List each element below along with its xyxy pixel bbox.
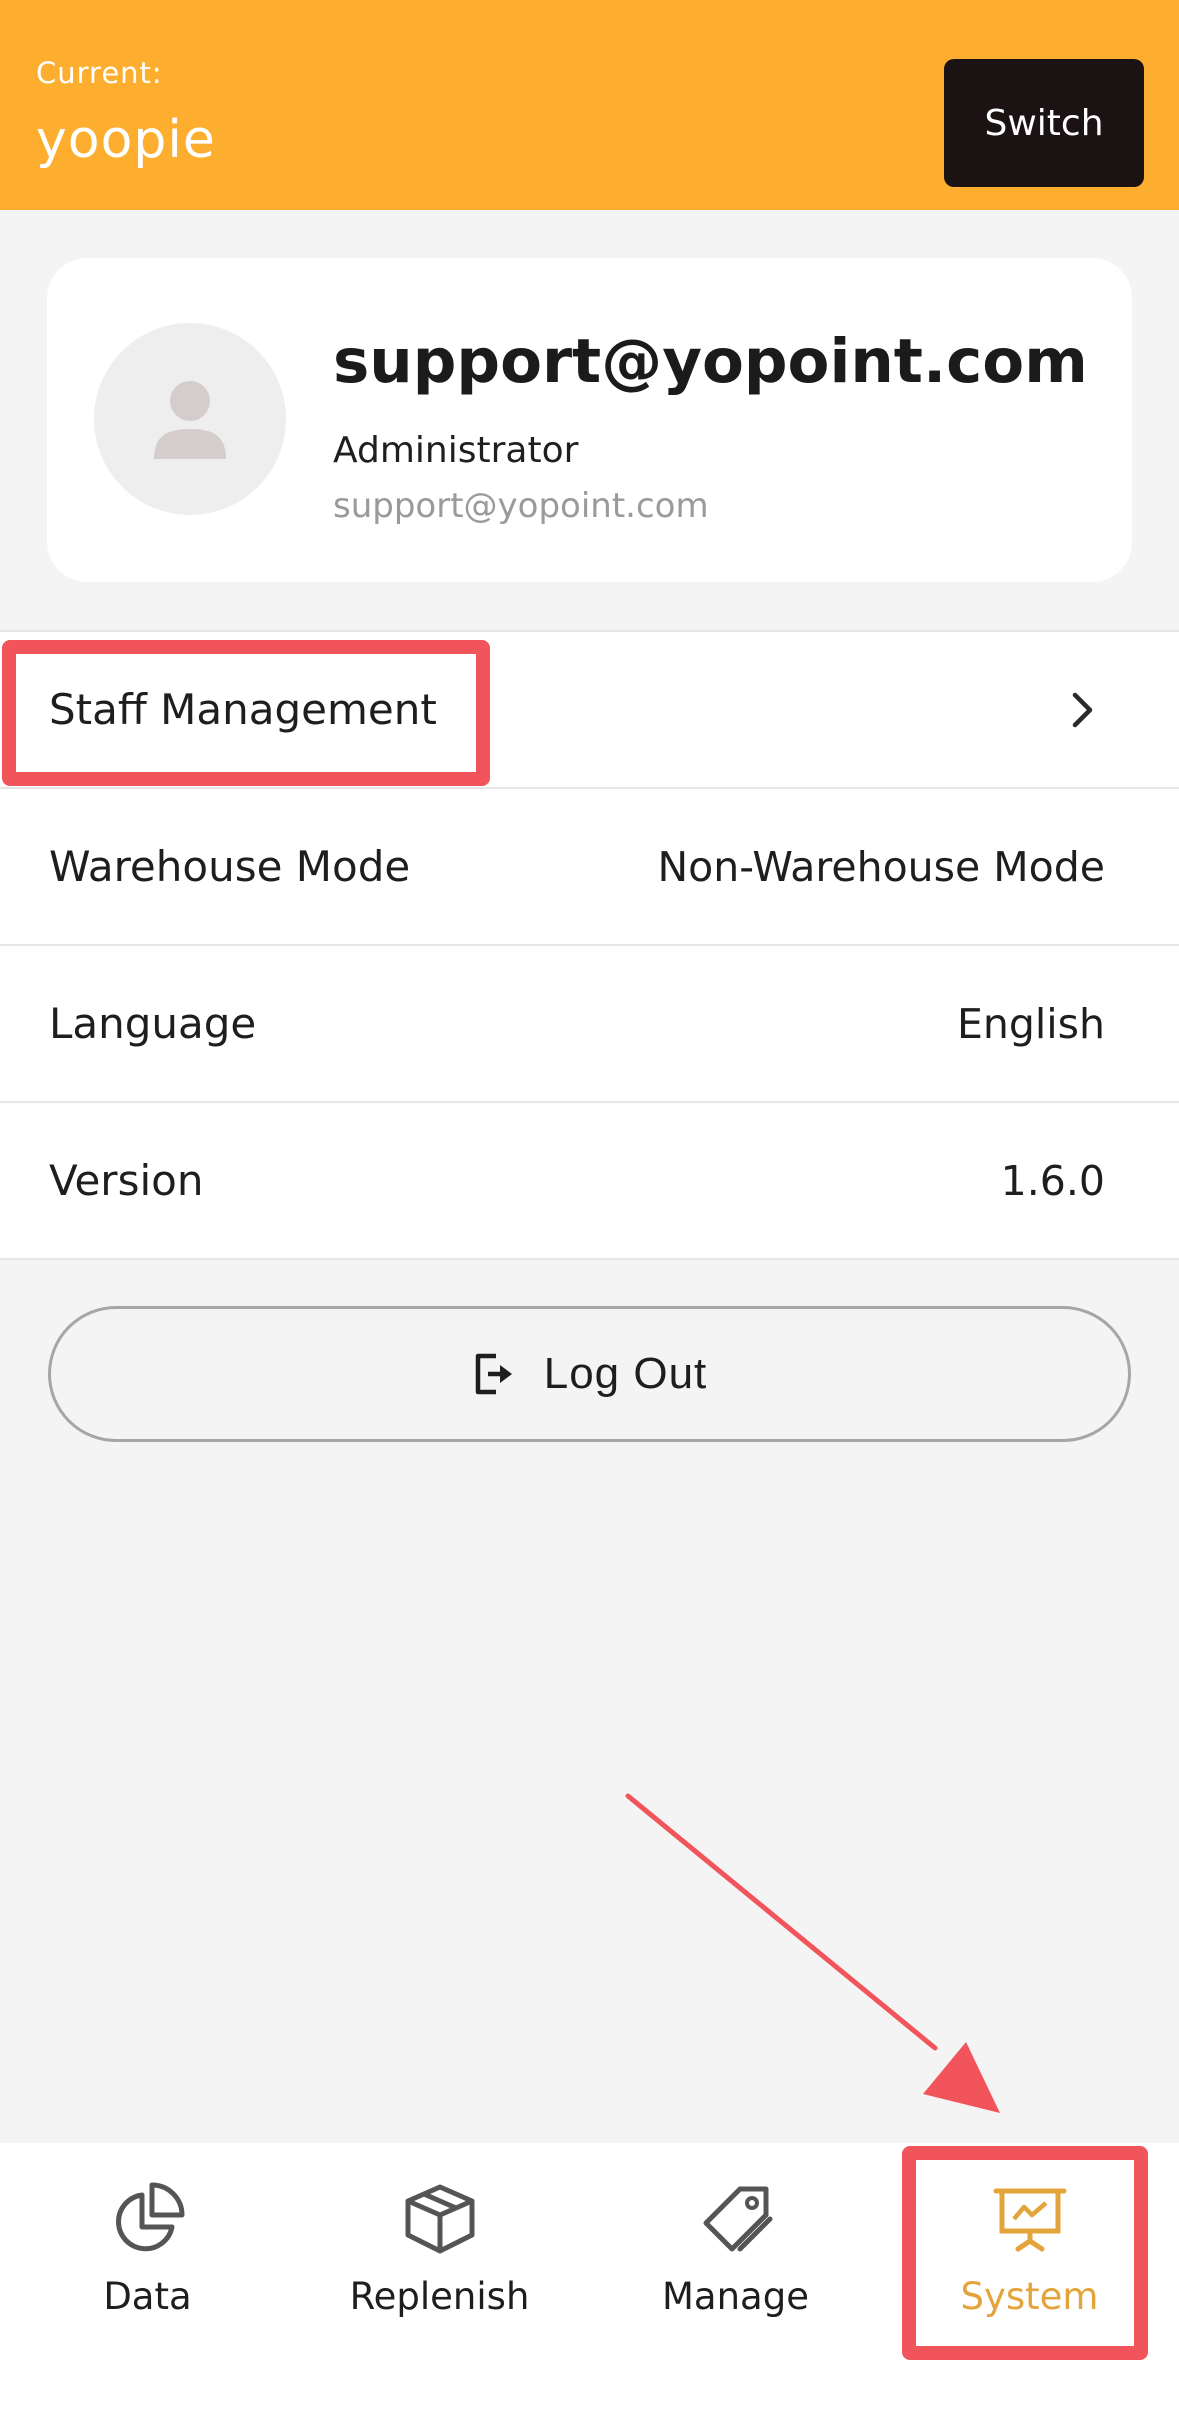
system-settings-screen: Current: yoopie Switch support@yopoint.c… [0,0,1179,2414]
tab-manage[interactable]: Manage [588,2143,883,2343]
tag-icon [703,2186,772,2252]
tab-replenish-label: Replenish [349,2275,530,2318]
annotation-arrow [625,1793,1000,2113]
tab-manage-label: Manage [662,2275,809,2318]
tab-data[interactable]: Data [0,2143,295,2343]
tab-replenish[interactable]: Replenish [292,2143,587,2343]
pie-chart-icon [115,2182,184,2252]
box-icon [405,2184,474,2254]
system-tab-highlight [902,2146,1148,2360]
tab-data-label: Data [103,2275,192,2318]
